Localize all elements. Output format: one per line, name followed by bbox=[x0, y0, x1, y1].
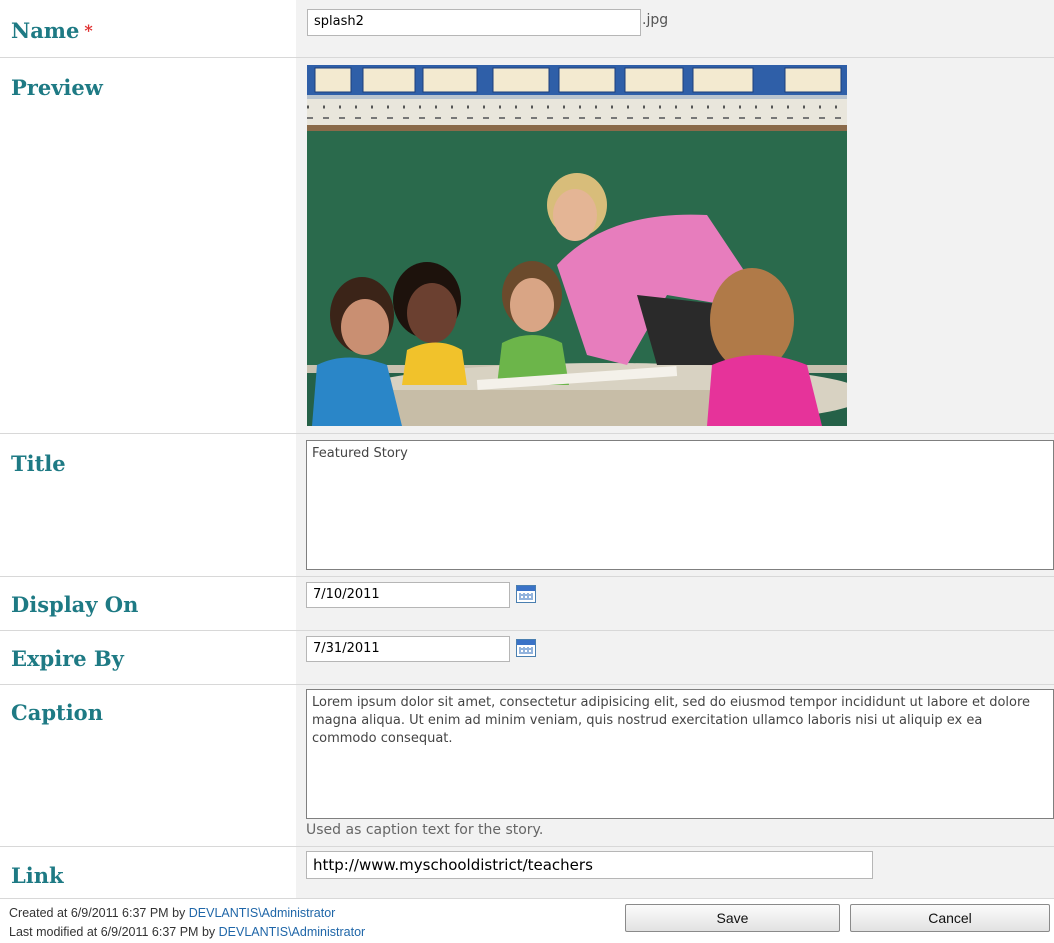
file-extension: .jpg bbox=[642, 12, 669, 28]
expire-by-date-input[interactable]: 7/31/2011 bbox=[306, 636, 510, 662]
title-row: Title Featured Story bbox=[0, 434, 1054, 577]
calendar-icon[interactable] bbox=[516, 585, 536, 603]
expire-by-row: Expire By 7/31/2011 bbox=[0, 631, 1054, 685]
modified-info: Last modified at 6/9/2011 6:37 PM by DEV… bbox=[9, 925, 365, 939]
caption-textarea[interactable]: Lorem ipsum dolor sit amet, consectetur … bbox=[306, 689, 1054, 819]
modified-by-link[interactable]: DEVLANTIS\Administrator bbox=[219, 925, 366, 939]
required-asterisk: * bbox=[84, 21, 93, 40]
caption-hint: Used as caption text for the story. bbox=[306, 822, 544, 838]
save-button[interactable]: Save bbox=[625, 904, 840, 932]
modified-text: Last modified at 6/9/2011 6:37 PM by bbox=[9, 925, 219, 939]
created-text: Created at 6/9/2011 6:37 PM by bbox=[9, 906, 189, 920]
display-on-label: Display On bbox=[11, 592, 139, 617]
created-by-link[interactable]: DEVLANTIS\Administrator bbox=[189, 906, 336, 920]
title-textarea[interactable]: Featured Story bbox=[306, 440, 1054, 570]
preview-image bbox=[307, 65, 847, 426]
link-label: Link bbox=[11, 863, 64, 888]
display-on-row: Display On 7/10/2011 bbox=[0, 577, 1054, 631]
calendar-icon[interactable] bbox=[516, 639, 536, 657]
name-label-text: Name bbox=[11, 18, 80, 43]
expire-by-label: Expire By bbox=[11, 646, 124, 671]
caption-row: Caption Lorem ipsum dolor sit amet, cons… bbox=[0, 685, 1054, 847]
name-input[interactable]: splash2 bbox=[307, 9, 641, 36]
title-label: Title bbox=[11, 451, 66, 476]
name-row: Name * splash2 .jpg bbox=[0, 0, 1054, 58]
link-input[interactable]: http://www.myschooldistrict/teachers bbox=[306, 851, 873, 879]
created-info: Created at 6/9/2011 6:37 PM by DEVLANTIS… bbox=[9, 906, 335, 920]
display-on-date-input[interactable]: 7/10/2011 bbox=[306, 582, 510, 608]
link-row: Link http://www.myschooldistrict/teacher… bbox=[0, 847, 1054, 899]
cancel-button[interactable]: Cancel bbox=[850, 904, 1050, 932]
caption-label: Caption bbox=[11, 700, 103, 725]
preview-label: Preview bbox=[11, 75, 103, 100]
name-label: Name * bbox=[11, 18, 93, 43]
